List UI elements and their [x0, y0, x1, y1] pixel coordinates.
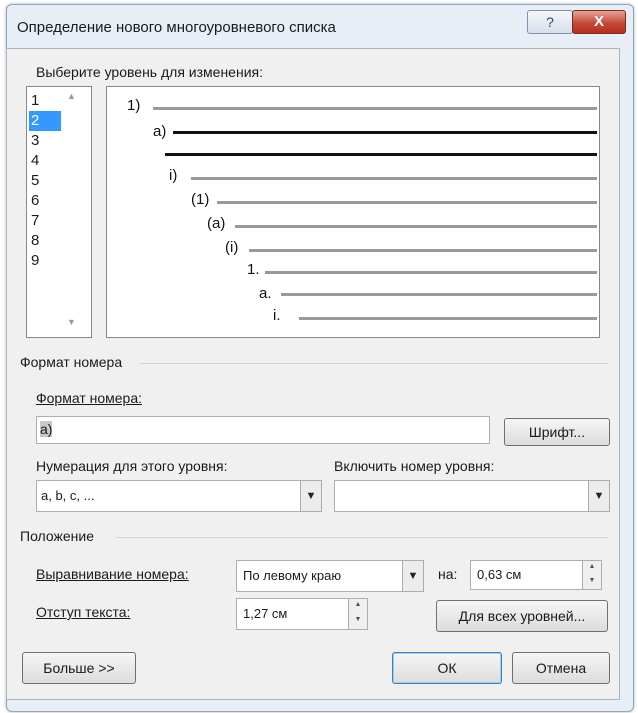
close-button[interactable]: X	[572, 10, 626, 34]
level-item[interactable]: 2	[29, 111, 61, 131]
preview-line	[217, 201, 597, 204]
cancel-button[interactable]: Отмена	[512, 652, 610, 684]
preview-line	[235, 225, 597, 228]
preview-number: a)	[153, 123, 167, 140]
preview-line	[153, 107, 597, 110]
preview-line	[249, 249, 597, 252]
all-levels-button[interactable]: Для всех уровней...	[436, 600, 608, 632]
level-item[interactable]: 1	[29, 91, 61, 111]
level-item[interactable]: 9	[29, 251, 61, 271]
preview-line	[173, 131, 597, 134]
chevron-down-icon[interactable]: ▼	[300, 481, 321, 511]
alignment-label-text: Выравнивание номера:	[36, 566, 189, 582]
ok-button[interactable]: ОК	[392, 652, 502, 684]
preview-number: i.	[273, 307, 281, 324]
indent-label-text: Отступ текста:	[36, 604, 131, 620]
chevron-down-icon[interactable]: ▼	[588, 481, 609, 511]
format-input-value: a)	[40, 421, 53, 437]
level-item[interactable]: 6	[29, 191, 61, 211]
level-item[interactable]: 4	[29, 151, 61, 171]
preview-number: i)	[169, 167, 178, 184]
level-list[interactable]: 123456789 ▲ ▼	[26, 86, 92, 338]
preview-line	[281, 293, 597, 296]
preview-number: 1)	[127, 97, 141, 114]
numbering-style-label: Нумерация для этого уровня:	[36, 458, 228, 474]
spin-arrows-icon[interactable]: ▲ ▼	[348, 599, 367, 629]
indent-spinner[interactable]: 1,27 см ▲ ▼	[236, 598, 368, 630]
preview-number: 1.	[247, 261, 260, 278]
at-label: на:	[438, 566, 458, 582]
number-format-group-title: Формат номера	[20, 354, 123, 370]
format-label-text: Формат номера:	[36, 390, 143, 406]
include-level-select[interactable]: ▼	[334, 480, 610, 512]
at-spinner[interactable]: 0,63 см ▲ ▼	[470, 560, 602, 590]
dialog-title: Определение нового многоуровневого списк…	[17, 19, 336, 36]
level-item[interactable]: 5	[29, 171, 61, 191]
group-divider	[116, 537, 608, 538]
preview-line	[165, 153, 597, 156]
alignment-value: По левому краю	[243, 568, 342, 583]
alignment-select[interactable]: По левому краю ▼	[236, 560, 424, 592]
preview-line	[265, 271, 597, 274]
scroll-up-icon[interactable]: ▲	[67, 91, 76, 101]
preview-number: (i)	[225, 239, 239, 256]
numbering-style-select[interactable]: a, b, c, ... ▼	[36, 480, 322, 512]
numbering-style-value: a, b, c, ...	[41, 488, 95, 503]
at-value: 0,63 см	[477, 567, 522, 582]
preview-line	[299, 317, 597, 320]
position-group-title: Положение	[20, 528, 94, 544]
level-item[interactable]: 3	[29, 131, 61, 151]
format-input[interactable]: a)	[36, 416, 490, 444]
preview-number: (a)	[207, 215, 226, 232]
list-preview: 1) a) i) (1) (a) (i) 1. a. i.	[106, 86, 600, 338]
font-button[interactable]: Шрифт...	[504, 418, 610, 446]
preview-line	[191, 177, 597, 180]
group-divider	[140, 363, 608, 364]
level-select-label: Выберите уровень для изменения:	[36, 64, 263, 80]
more-button[interactable]: Больше >>	[22, 652, 136, 684]
level-item[interactable]: 8	[29, 231, 61, 251]
chevron-down-icon[interactable]: ▼	[402, 561, 423, 591]
indent-label: Отступ текста:	[36, 604, 130, 620]
preview-number: (1)	[191, 191, 210, 208]
scroll-down-icon[interactable]: ▼	[67, 317, 76, 327]
indent-value: 1,27 см	[243, 606, 288, 621]
spin-arrows-icon[interactable]: ▲ ▼	[582, 561, 601, 589]
title-bar: Определение нового многоуровневого списк…	[7, 5, 633, 53]
help-button[interactable]: ?	[527, 10, 573, 34]
include-level-label: Включить номер уровня:	[334, 458, 495, 474]
format-label: Формат номера:	[36, 390, 142, 406]
preview-number: a.	[259, 285, 272, 302]
level-item[interactable]: 7	[29, 211, 61, 231]
alignment-label: Выравнивание номера:	[36, 566, 189, 582]
